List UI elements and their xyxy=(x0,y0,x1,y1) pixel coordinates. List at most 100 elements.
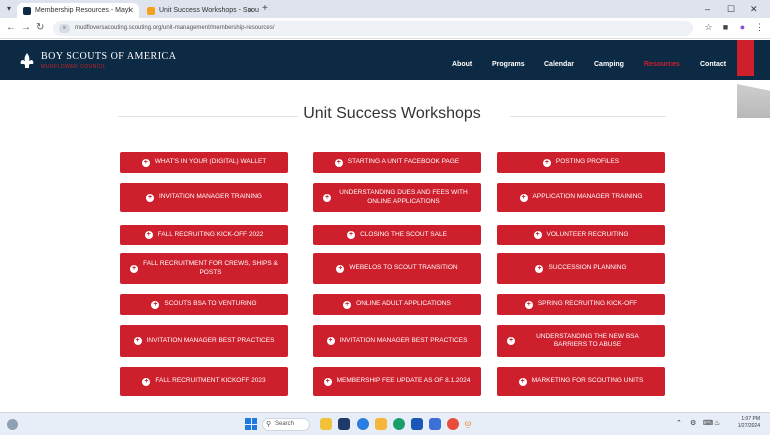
maximize-button[interactable]: ☐ xyxy=(727,2,735,16)
plus-circle-icon: + xyxy=(524,300,533,309)
settings-tray-icon[interactable]: ⚙ xyxy=(690,419,696,429)
workshop-button[interactable]: + WEBELOS TO SCOUT TRANSITION xyxy=(313,253,481,284)
new-tab-button[interactable]: + xyxy=(262,2,268,16)
workshop-button[interactable]: + SPRING RECRUITING KICK-OFF xyxy=(497,294,665,315)
workshop-button[interactable]: + FALL RECRUITING KICK-OFF 2022 xyxy=(120,225,288,245)
workshop-button-label: STARTING A UNIT FACEBOOK PAGE xyxy=(347,158,460,166)
nav-calendar[interactable]: Calendar xyxy=(544,61,574,68)
workshop-button[interactable]: + SCOUTS BSA TO VENTURING xyxy=(120,294,288,315)
nav-about[interactable]: About xyxy=(452,61,472,68)
page-favicon-icon xyxy=(147,7,155,15)
workshop-button[interactable]: + VOLUNTEER RECRUITING xyxy=(497,225,665,245)
minimize-button[interactable]: – xyxy=(705,2,710,16)
tab-membership-resources[interactable]: Membership Resources - May! ✕ xyxy=(17,3,139,18)
forward-arrow-icon[interactable]: → xyxy=(21,21,31,35)
workshop-button-label: INVITATION MANAGER BEST PRACTICES xyxy=(339,336,468,344)
browser-toolbar: ← → ↻ ≡ mudfloversacouting.scouting.org/… xyxy=(0,18,770,39)
workshop-button-label: FALL RECRUITMENT KICKOFF 2023 xyxy=(155,377,266,385)
workshop-button-label: FALL RECRUITING KICK-OFF 2022 xyxy=(157,230,264,238)
show-hidden-icons-chevron-icon[interactable]: ⌃ xyxy=(676,419,682,429)
chat-icon[interactable] xyxy=(393,418,405,430)
store-icon[interactable] xyxy=(411,418,423,430)
address-text: mudfloversacouting.scouting.org/unit-man… xyxy=(75,25,275,31)
bsa-fleur-de-lis-icon[interactable] xyxy=(20,53,34,69)
tab-title: Unit Success Workshops - Scou xyxy=(159,7,259,14)
workshop-button-label: SPRING RECRUITING KICK-OFF xyxy=(537,300,638,308)
plus-circle-icon: + xyxy=(323,193,331,202)
back-arrow-icon[interactable]: ← xyxy=(6,21,16,35)
workshop-button-label: UNDERSTANDING DUES AND FEES WITH ONLINE … xyxy=(339,189,468,205)
close-tab-icon[interactable]: ✕ xyxy=(127,3,134,18)
workshop-button[interactable]: + UNDERSTANDING DUES AND FEES WITH ONLINE… xyxy=(313,183,481,212)
workshop-button[interactable]: + INVITATION MANAGER TRAINING xyxy=(120,183,288,212)
tab-search-icon[interactable]: ▾ xyxy=(3,4,15,14)
workshop-button[interactable]: + MARKETING FOR SCOUTING UNITS xyxy=(497,367,665,396)
wifi-icon[interactable]: ♨ xyxy=(714,419,720,429)
browser-menu-icon[interactable]: ⋮ xyxy=(754,22,765,33)
clock-date: 1/27/2024 xyxy=(737,423,760,429)
edge-icon[interactable] xyxy=(357,418,369,430)
workshop-button[interactable]: + INVITATION MANAGER BEST PRACTICES xyxy=(313,325,481,357)
tab-title: Membership Resources - May! xyxy=(35,7,131,14)
taskbar-clock[interactable]: 1:07 PM 1/27/2024 xyxy=(728,416,760,430)
search-icon: ⚲ xyxy=(266,421,272,428)
workshop-button-label: INVITATION MANAGER TRAINING xyxy=(159,193,262,201)
workshop-button-label: SCOUTS BSA TO VENTURING xyxy=(164,300,257,308)
nav-contact[interactable]: Contact xyxy=(700,61,726,68)
windows-start-icon[interactable] xyxy=(245,418,257,430)
task-view-icon[interactable] xyxy=(338,418,350,430)
workshop-button[interactable]: + APPLICATION MANAGER TRAINING xyxy=(497,183,665,212)
windows-taskbar: ⚲ Search ⍹ ⌃ ⚙ ⌨ ♨ 1:07 PM 1/27/2024 xyxy=(0,412,770,435)
workshop-button[interactable]: + UNDERSTANDING THE NEW BSA BARRIERS TO A… xyxy=(497,325,665,357)
tab-unit-success-workshops[interactable]: Unit Success Workshops - Scou ✕ xyxy=(141,3,259,18)
workshop-button[interactable]: + INVITATION MANAGER BEST PRACTICES xyxy=(120,325,288,357)
taskbar-search-input[interactable]: ⚲ Search xyxy=(262,418,310,431)
workshop-button[interactable]: + ONLINE ADULT APPLICATIONS xyxy=(313,294,481,315)
profile-avatar-icon[interactable]: ● xyxy=(737,22,748,33)
folder-icon[interactable] xyxy=(375,418,387,430)
workshop-button-label: CLOSING THE SCOUT SALE xyxy=(360,230,447,238)
nav-camping[interactable]: Camping xyxy=(594,61,624,68)
workshop-button-label: FALL RECRUITMENT FOR CREWS, SHIPS & POST… xyxy=(143,260,278,276)
chrome-icon[interactable] xyxy=(447,418,459,430)
red-ribbon-tab[interactable] xyxy=(737,40,754,76)
page-title: Unit Success Workshops xyxy=(303,105,481,122)
nav-resources[interactable]: Resources xyxy=(644,61,680,68)
plus-circle-icon: + xyxy=(151,300,160,309)
plus-circle-icon: + xyxy=(334,158,343,167)
workshop-button[interactable]: + SUCCESSION PLANNING xyxy=(497,253,665,284)
browser-tab-bar: ▾ Membership Resources - May! ✕ Unit Suc… xyxy=(0,0,770,18)
file-explorer-icon[interactable] xyxy=(320,418,332,430)
site-title[interactable]: BOY SCOUTS OF AMERICA xyxy=(41,51,176,62)
plus-circle-icon: + xyxy=(519,193,528,202)
widgets-icon[interactable] xyxy=(7,419,18,430)
workshop-button[interactable]: + POSTING PROFILES xyxy=(497,152,665,173)
close-tab-icon[interactable]: ✕ xyxy=(247,3,254,18)
plus-circle-icon: + xyxy=(533,231,542,239)
plus-circle-icon: + xyxy=(323,377,332,386)
workshop-button[interactable]: + FALL RECRUITMENT KICKOFF 2023 xyxy=(120,367,288,396)
plus-circle-icon: + xyxy=(518,377,527,386)
address-bar[interactable]: ≡ mudfloversacouting.scouting.org/unit-m… xyxy=(53,21,693,36)
bookmark-star-icon[interactable]: ☆ xyxy=(703,22,714,33)
workshop-button-label: WEBELOS TO SCOUT TRANSITION xyxy=(349,264,458,272)
site-info-icon[interactable]: ≡ xyxy=(59,24,70,33)
plus-circle-icon: + xyxy=(133,337,142,345)
workshop-button[interactable]: + WHAT'S IN YOUR (DIGITAL) WALLET xyxy=(120,152,288,173)
plus-circle-icon: + xyxy=(347,231,356,239)
reload-icon[interactable]: ↻ xyxy=(36,21,44,35)
extension-icon[interactable]: ■ xyxy=(720,22,731,33)
language-tray-icon[interactable]: ⌨ xyxy=(703,419,713,429)
workshop-button[interactable]: + MEMBERSHIP FEE UPDATE AS OF 8.1.2024 xyxy=(313,367,481,396)
nav-programs[interactable]: Programs xyxy=(492,61,525,68)
photos-icon[interactable] xyxy=(429,418,441,430)
workshop-button[interactable]: + FALL RECRUITMENT FOR CREWS, SHIPS & POS… xyxy=(120,253,288,284)
page-heading: Unit Success Workshops xyxy=(118,105,666,125)
plus-circle-icon: + xyxy=(535,264,544,273)
workshop-button[interactable]: + STARTING A UNIT FACEBOOK PAGE xyxy=(313,152,481,173)
network-app-icon[interactable]: ⍹ xyxy=(465,418,477,430)
plus-circle-icon: + xyxy=(507,337,515,345)
site-subtitle: MUDFLOWER COUNCIL xyxy=(41,64,107,70)
workshop-button[interactable]: + CLOSING THE SCOUT SALE xyxy=(313,225,481,245)
close-window-button[interactable]: ✕ xyxy=(750,2,758,16)
